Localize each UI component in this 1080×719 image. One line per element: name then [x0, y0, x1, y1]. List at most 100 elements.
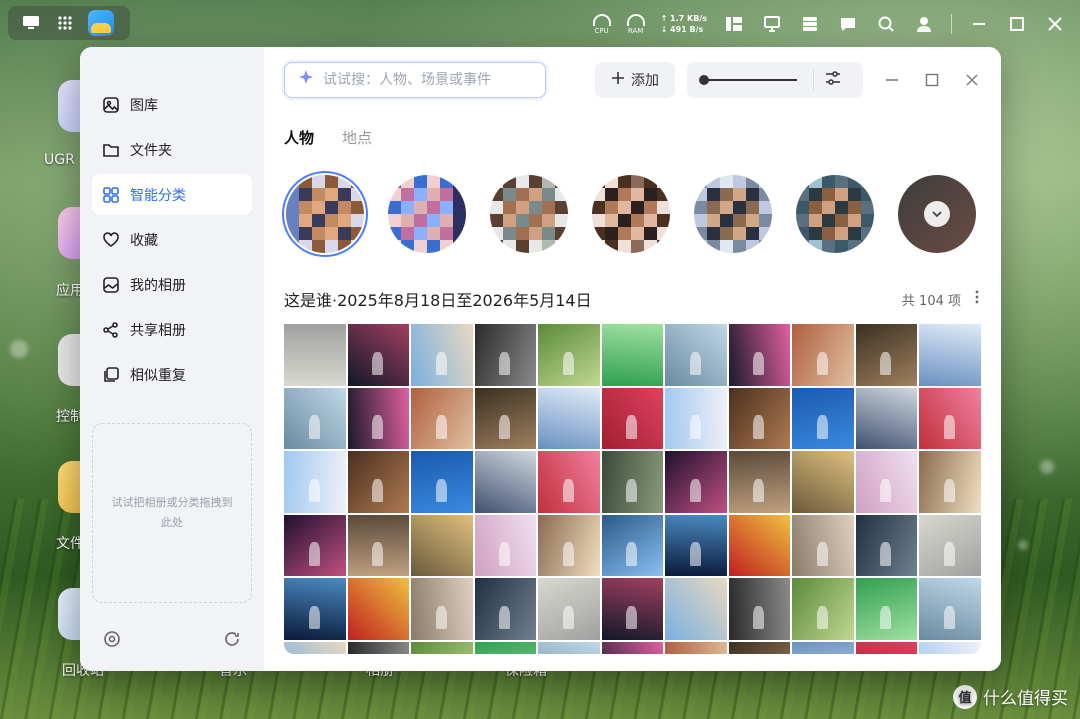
photo-thumbnail[interactable]: [665, 324, 727, 386]
person-avatar[interactable]: [694, 175, 772, 253]
maximize-icon[interactable]: [1006, 13, 1028, 35]
sidebar-item-favorites[interactable]: 收藏: [92, 219, 252, 260]
window-maximize-icon[interactable]: [923, 71, 941, 89]
settings-icon[interactable]: [102, 629, 122, 649]
photo-thumbnail[interactable]: [919, 387, 981, 449]
photo-thumbnail[interactable]: [347, 641, 409, 654]
photo-thumbnail[interactable]: [728, 387, 790, 449]
sidebar-item-gallery[interactable]: 图库: [92, 84, 252, 125]
window-minimize-icon[interactable]: [883, 71, 901, 89]
photo-thumbnail[interactable]: [411, 514, 473, 576]
photo-thumbnail[interactable]: [728, 641, 790, 654]
photo-thumbnail[interactable]: [538, 514, 600, 576]
photo-thumbnail[interactable]: [855, 324, 917, 386]
photo-thumbnail[interactable]: [665, 451, 727, 513]
close-icon[interactable]: [1044, 13, 1066, 35]
add-button[interactable]: 添加: [595, 62, 675, 98]
sidebar-item-smart-category[interactable]: 智能分类: [92, 174, 252, 215]
person-avatar[interactable]: [490, 175, 568, 253]
person-avatar[interactable]: [286, 175, 364, 253]
photo-thumbnail[interactable]: [792, 324, 854, 386]
photo-thumbnail[interactable]: [474, 387, 536, 449]
photo-thumbnail[interactable]: [411, 578, 473, 640]
photo-thumbnail[interactable]: [665, 514, 727, 576]
photo-thumbnail[interactable]: [538, 578, 600, 640]
monitor-icon[interactable]: [761, 13, 783, 35]
photo-thumbnail[interactable]: [855, 578, 917, 640]
photo-thumbnail[interactable]: [284, 641, 346, 654]
photo-thumbnail[interactable]: [538, 451, 600, 513]
window-close-icon[interactable]: [963, 71, 981, 89]
photo-thumbnail[interactable]: [601, 324, 663, 386]
photo-thumbnail[interactable]: [792, 578, 854, 640]
photo-thumbnail[interactable]: [601, 578, 663, 640]
photo-thumbnail[interactable]: [855, 451, 917, 513]
photo-thumbnail[interactable]: [347, 578, 409, 640]
photo-thumbnail[interactable]: [665, 578, 727, 640]
photo-thumbnail[interactable]: [347, 324, 409, 386]
photo-thumbnail[interactable]: [474, 641, 536, 654]
photo-thumbnail[interactable]: [411, 451, 473, 513]
photo-thumbnail[interactable]: [284, 387, 346, 449]
photo-thumbnail[interactable]: [665, 641, 727, 654]
photo-thumbnail[interactable]: [855, 641, 917, 654]
photo-thumbnail[interactable]: [792, 387, 854, 449]
photo-thumbnail[interactable]: [855, 514, 917, 576]
zoom-slider-handle[interactable]: [699, 75, 709, 85]
more-options-icon[interactable]: [975, 290, 979, 308]
more-people-button[interactable]: [898, 175, 976, 253]
photo-thumbnail[interactable]: [601, 451, 663, 513]
search-icon[interactable]: [875, 13, 897, 35]
photo-thumbnail[interactable]: [474, 451, 536, 513]
photo-thumbnail[interactable]: [411, 387, 473, 449]
tab-people[interactable]: 人物: [284, 127, 314, 148]
photo-thumbnail[interactable]: [538, 324, 600, 386]
photo-thumbnail[interactable]: [601, 387, 663, 449]
photo-thumbnail[interactable]: [665, 387, 727, 449]
photo-thumbnail[interactable]: [474, 514, 536, 576]
sidebar-item-my-albums[interactable]: 我的相册: [92, 264, 252, 305]
photo-thumbnail[interactable]: [919, 451, 981, 513]
photo-thumbnail[interactable]: [347, 387, 409, 449]
server-icon[interactable]: [799, 13, 821, 35]
photo-thumbnail[interactable]: [919, 324, 981, 386]
dashboard-icon[interactable]: [723, 13, 745, 35]
photo-thumbnail[interactable]: [284, 451, 346, 513]
photo-thumbnail[interactable]: [538, 641, 600, 654]
photo-thumbnail[interactable]: [284, 514, 346, 576]
sidebar-item-folder[interactable]: 文件夹: [92, 129, 252, 170]
user-icon[interactable]: [913, 13, 935, 35]
photo-thumbnail[interactable]: [411, 641, 473, 654]
photo-thumbnail[interactable]: [601, 514, 663, 576]
zoom-slider[interactable]: [699, 75, 797, 85]
search-box[interactable]: [284, 62, 546, 98]
photo-thumbnail[interactable]: [347, 514, 409, 576]
photo-thumbnail[interactable]: [474, 324, 536, 386]
app-grid-icon[interactable]: [54, 12, 76, 34]
photo-thumbnail[interactable]: [919, 514, 981, 576]
photo-thumbnail[interactable]: [728, 514, 790, 576]
photo-thumbnail[interactable]: [919, 641, 981, 654]
sidebar-item-duplicates[interactable]: 相似重复: [92, 354, 252, 395]
photo-thumbnail[interactable]: [347, 451, 409, 513]
photo-thumbnail[interactable]: [284, 578, 346, 640]
message-icon[interactable]: [837, 13, 859, 35]
photo-thumbnail[interactable]: [728, 451, 790, 513]
refresh-icon[interactable]: [222, 629, 242, 649]
person-avatar[interactable]: [388, 175, 466, 253]
photo-thumbnail[interactable]: [538, 387, 600, 449]
photo-thumbnail[interactable]: [474, 578, 536, 640]
minimize-icon[interactable]: [968, 13, 990, 35]
photo-thumbnail[interactable]: [601, 641, 663, 654]
photo-thumbnail[interactable]: [792, 641, 854, 654]
photo-thumbnail[interactable]: [411, 324, 473, 386]
sidebar-item-shared-albums[interactable]: 共享相册: [92, 309, 252, 350]
photo-thumbnail[interactable]: [792, 451, 854, 513]
photo-thumbnail[interactable]: [855, 387, 917, 449]
photos-app-icon[interactable]: [88, 10, 114, 36]
photo-thumbnail[interactable]: [919, 578, 981, 640]
photo-thumbnail[interactable]: [728, 578, 790, 640]
album-dropzone[interactable]: 试试把相册或分类拖拽到此处: [92, 423, 252, 603]
search-input[interactable]: [323, 72, 523, 88]
person-avatar[interactable]: [796, 175, 874, 253]
